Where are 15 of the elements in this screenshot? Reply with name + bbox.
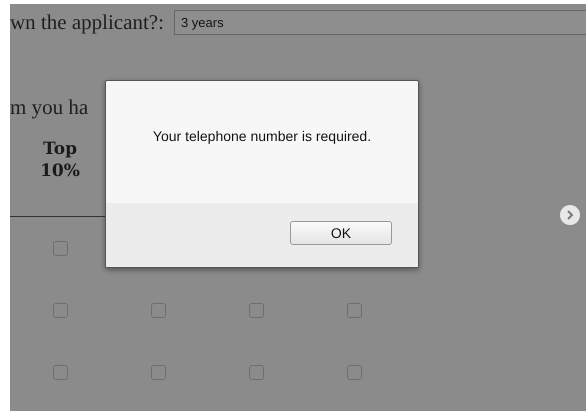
checkbox[interactable] [52,364,68,380]
checkbox[interactable] [52,240,68,256]
column-header: Top 10% [39,138,81,182]
checkbox[interactable] [248,364,264,380]
input-field[interactable]: 3 years [174,10,586,35]
ok-button[interactable]: OK [290,221,392,245]
alert-message: Your telephone number is required. [152,128,372,145]
question-label: wn the applicant?: [10,10,164,35]
instruction-text: m you ha [10,95,90,120]
checkbox[interactable] [150,302,166,318]
checkbox[interactable] [150,364,166,380]
checkbox[interactable] [52,302,68,318]
checkbox[interactable] [346,302,362,318]
checkbox[interactable] [346,364,362,380]
checkbox[interactable] [248,302,264,318]
